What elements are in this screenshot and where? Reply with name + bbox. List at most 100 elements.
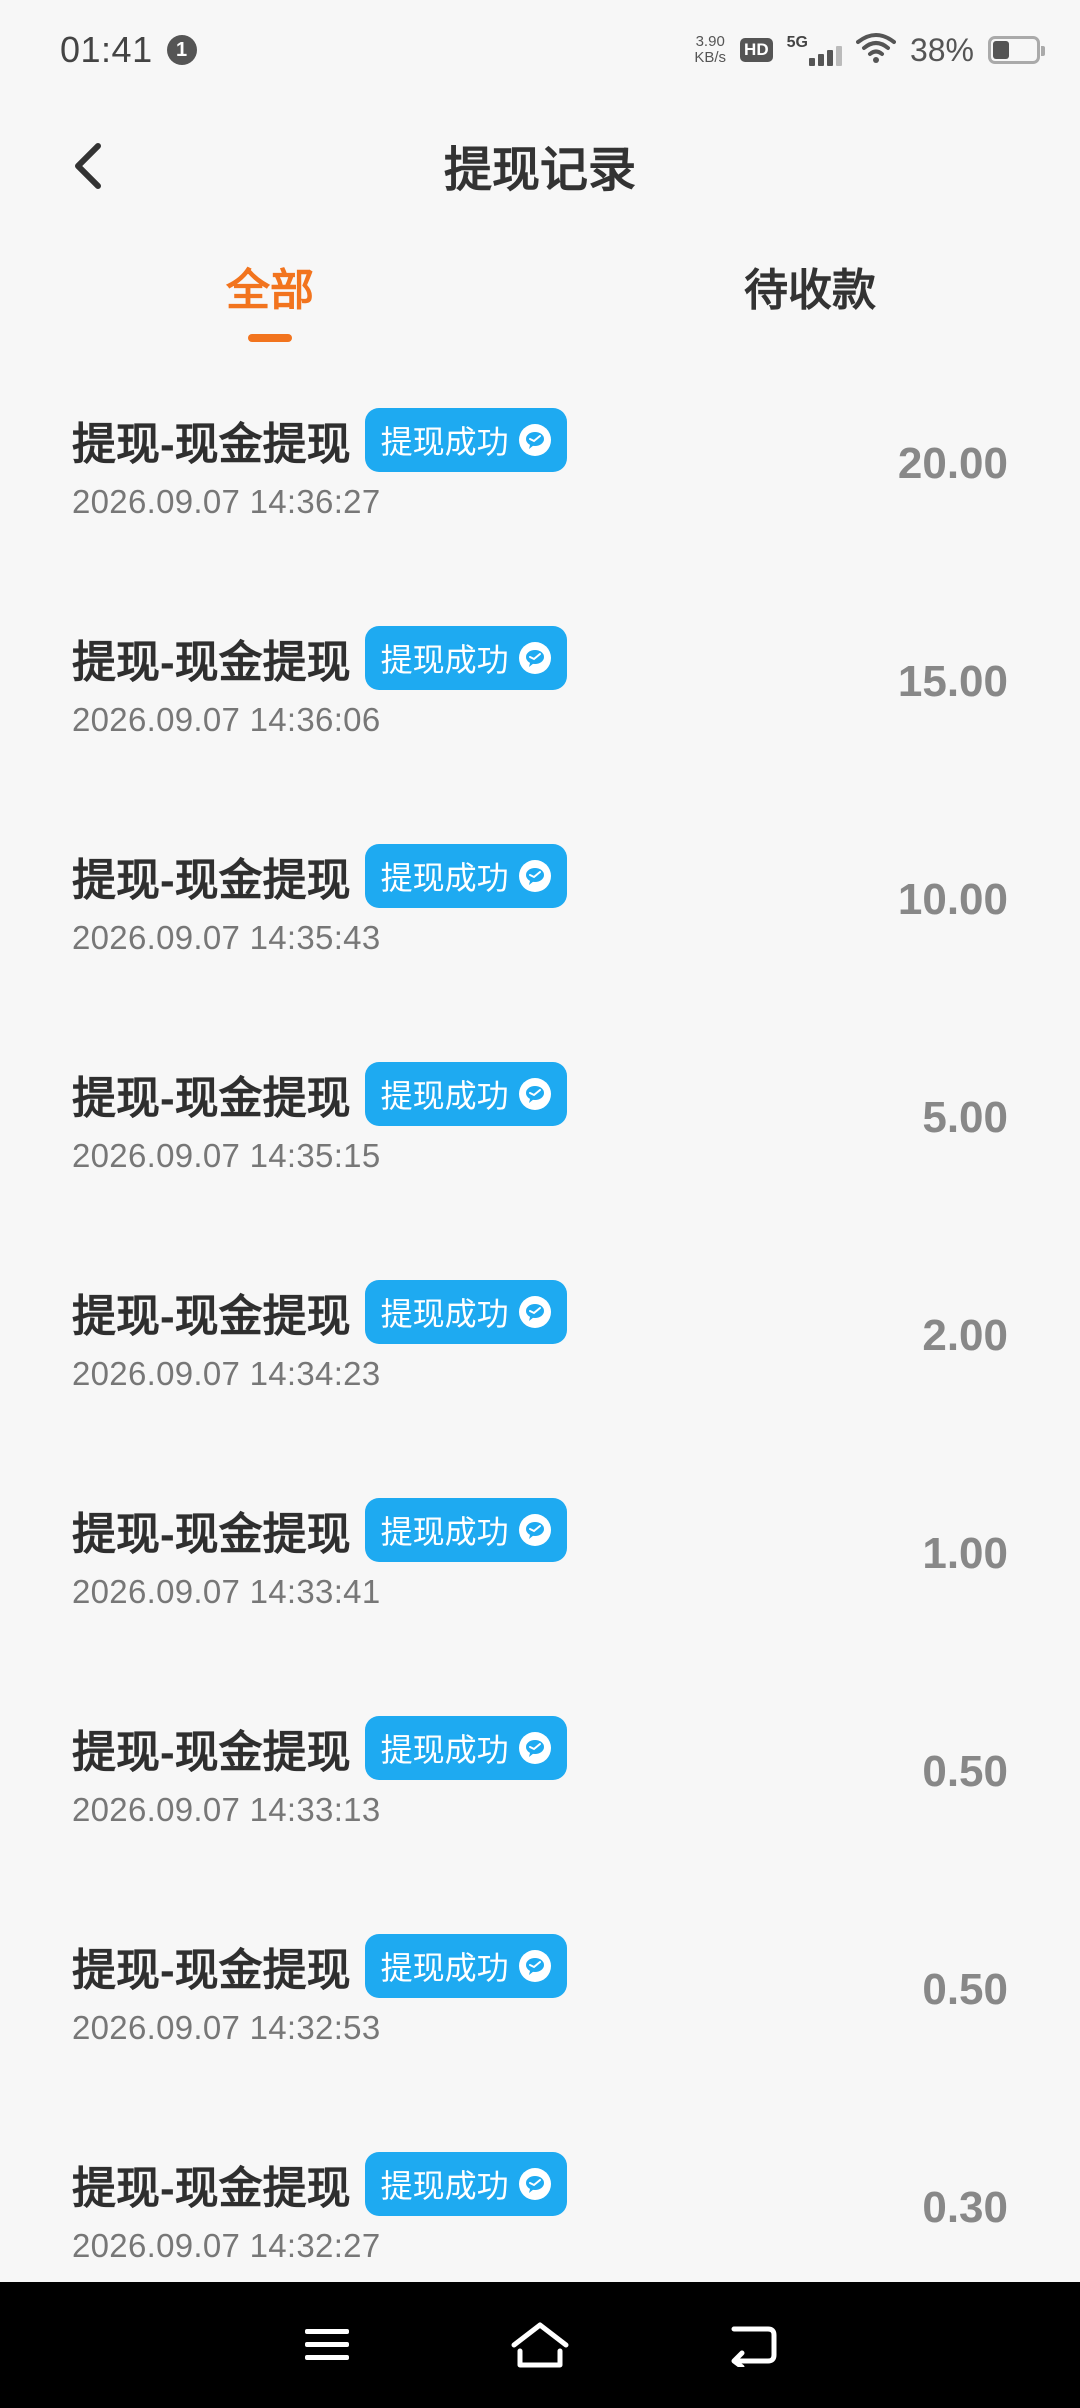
wechat-icon (518, 1296, 551, 1328)
status-label: 提现成功 (380, 1078, 509, 1114)
record-title: 提现-现金提现 (72, 1510, 351, 1559)
withdrawal-record[interactable]: 提现-现金提现 提现成功 2026.09.07 14:35:15 5.00 (0, 1009, 1080, 1227)
record-title: 提现-现金提现 (72, 1946, 351, 1995)
notification-badge: 1 (166, 35, 197, 65)
status-badge: 提现成功 (364, 1280, 567, 1344)
record-amount: 0.50 (922, 1965, 1008, 2014)
record-info: 提现-现金提现 提现成功 2026.09.07 14:35:15 (72, 1061, 567, 1175)
wifi-icon (855, 32, 896, 69)
wechat-icon (518, 1078, 551, 1110)
withdrawal-record[interactable]: 提现-现金提现 提现成功 2026.09.07 14:32:53 0.50 (0, 1881, 1080, 2099)
record-amount: 1.00 (922, 1529, 1008, 1578)
status-label: 提现成功 (380, 860, 509, 896)
status-label: 提现成功 (380, 642, 509, 678)
withdrawal-record[interactable]: 提现-现金提现 提现成功 2026.09.07 14:36:06 15.00 (0, 573, 1080, 791)
status-label: 提现成功 (380, 1514, 509, 1550)
system-nav-bar (0, 2282, 1080, 2408)
status-badge: 提现成功 (364, 844, 567, 908)
tab-all[interactable]: 全部 (0, 240, 540, 350)
status-right: 3.90 KB/s HD 5G 38% (694, 31, 1045, 69)
back-button[interactable] (60, 138, 116, 194)
wechat-icon (518, 1514, 551, 1546)
back-icon (731, 2326, 777, 2367)
wechat-icon (518, 2168, 551, 2200)
record-amount: 2.00 (922, 1311, 1008, 1360)
status-bar: 01:41 1 3.90 KB/s HD 5G 38% (0, 0, 1080, 100)
record-info: 提现-现金提现 提现成功 2026.09.07 14:33:13 (72, 1715, 567, 1829)
record-time: 2026.09.07 14:33:13 (72, 1791, 381, 1828)
withdrawal-list: 提现-现金提现 提现成功 2026.09.07 14:36:27 20.00 提… (0, 355, 1080, 2317)
status-left: 01:41 1 (60, 29, 197, 71)
tab-active-indicator (248, 334, 292, 342)
record-amount: 0.50 (922, 1747, 1008, 1796)
record-info: 提现-现金提现 提现成功 2026.09.07 14:32:53 (72, 1933, 567, 2047)
record-title-row: 提现-现金提现 提现成功 (72, 407, 567, 473)
nav-menu-button[interactable] (282, 2300, 372, 2390)
battery-percent: 38% (909, 31, 974, 68)
tab-pending[interactable]: 待收款 (540, 240, 1080, 350)
page-title: 提现记录 (443, 144, 636, 197)
status-badge: 提现成功 (364, 1716, 567, 1780)
withdrawal-record[interactable]: 提现-现金提现 提现成功 2026.09.07 14:33:41 1.00 (0, 1445, 1080, 1663)
status-label: 提现成功 (380, 2168, 509, 2204)
record-amount: 15.00 (897, 657, 1008, 706)
withdrawal-record[interactable]: 提现-现金提现 提现成功 2026.09.07 14:35:43 10.00 (0, 791, 1080, 1009)
record-title-row: 提现-现金提现 提现成功 (72, 625, 567, 691)
record-amount: 0.30 (922, 2183, 1008, 2232)
tab-pending-label: 待收款 (744, 266, 876, 315)
withdrawal-record[interactable]: 提现-现金提现 提现成功 2026.09.07 14:36:27 20.00 (0, 355, 1080, 573)
record-info: 提现-现金提现 提现成功 2026.09.07 14:34:23 (72, 1279, 567, 1393)
status-badge: 提现成功 (364, 1062, 567, 1126)
tab-indicator (788, 334, 832, 342)
status-badge: 提现成功 (364, 1934, 567, 1998)
battery-icon (988, 36, 1045, 64)
record-info: 提现-现金提现 提现成功 2026.09.07 14:36:27 (72, 407, 567, 521)
record-time: 2026.09.07 14:36:06 (72, 701, 381, 738)
record-title-row: 提现-现金提现 提现成功 (72, 1061, 567, 1127)
wechat-icon (518, 424, 551, 456)
record-title: 提现-现金提现 (72, 1074, 351, 1123)
menu-icon (304, 2329, 349, 2360)
network-speed-value: 3.90 (695, 33, 725, 50)
record-title: 提现-现金提现 (72, 1292, 351, 1341)
record-title: 提现-现金提现 (72, 420, 351, 469)
record-info: 提现-现金提现 提现成功 2026.09.07 14:35:43 (72, 843, 567, 957)
withdrawal-record[interactable]: 提现-现金提现 提现成功 2026.09.07 14:33:13 0.50 (0, 1663, 1080, 1881)
wechat-icon (518, 1950, 551, 1982)
record-title: 提现-现金提现 (72, 1728, 351, 1777)
record-title-row: 提现-现金提现 提现成功 (72, 1933, 567, 1999)
header: 提现记录 (0, 110, 1080, 220)
home-icon (511, 2322, 569, 2368)
wechat-icon (518, 642, 551, 674)
wechat-icon (518, 860, 551, 892)
nav-back-button[interactable] (708, 2300, 798, 2390)
nav-home-button[interactable] (495, 2300, 585, 2390)
record-title-row: 提现-现金提现 提现成功 (72, 1715, 567, 1781)
status-time: 01:41 (60, 29, 153, 70)
record-title: 提现-现金提现 (72, 856, 351, 905)
status-label: 提现成功 (380, 1732, 509, 1768)
status-badge: 提现成功 (364, 1498, 567, 1562)
network-speed-unit: KB/s (694, 49, 727, 66)
record-time: 2026.09.07 14:36:27 (72, 483, 381, 520)
chevron-left-icon (75, 143, 101, 189)
status-badge: 提现成功 (364, 408, 567, 472)
network-speed: 3.90 KB/s (694, 34, 726, 66)
record-info: 提现-现金提现 提现成功 2026.09.07 14:33:41 (72, 1497, 567, 1611)
record-time: 2026.09.07 14:32:53 (72, 2009, 381, 2046)
network-type: 5G (786, 34, 808, 51)
status-badge: 提现成功 (364, 2152, 567, 2216)
signal-icon: 5G (787, 34, 842, 66)
status-label: 提现成功 (380, 1296, 509, 1332)
record-info: 提现-现金提现 提现成功 2026.09.07 14:36:06 (72, 625, 567, 739)
record-info: 提现-现金提现 提现成功 2026.09.07 14:32:27 (72, 2151, 567, 2265)
record-time: 2026.09.07 14:34:23 (72, 1355, 381, 1392)
status-label: 提现成功 (380, 424, 509, 460)
status-badge: 提现成功 (364, 626, 567, 690)
record-amount: 5.00 (922, 1093, 1008, 1142)
withdrawal-record[interactable]: 提现-现金提现 提现成功 2026.09.07 14:34:23 2.00 (0, 1227, 1080, 1445)
record-title: 提现-现金提现 (72, 2164, 351, 2213)
tab-all-label: 全部 (226, 266, 314, 315)
record-time: 2026.09.07 14:35:15 (72, 1137, 381, 1174)
record-time: 2026.09.07 14:33:41 (72, 1573, 381, 1610)
